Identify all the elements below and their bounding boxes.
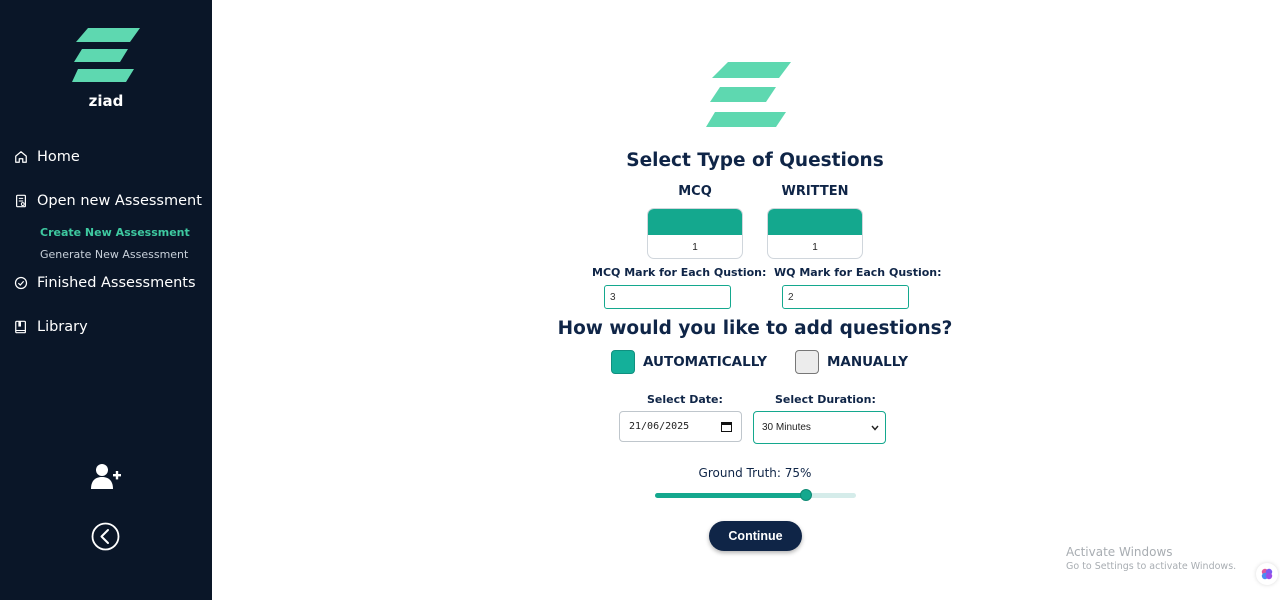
- back-arrow-icon[interactable]: [91, 522, 120, 551]
- wq-mark-input[interactable]: [782, 285, 909, 309]
- mcq-mark-input[interactable]: [604, 285, 731, 309]
- page-title: Select Type of Questions: [626, 150, 884, 171]
- sidebar-item-library[interactable]: Library: [14, 319, 88, 335]
- sidebar-item-label: Finished Assessments: [37, 275, 196, 291]
- slider-fill: [655, 493, 806, 498]
- sidebar-item-label: Open new Assessment: [37, 193, 202, 209]
- wq-mark-label: WQ Mark for Each Qustion:: [774, 266, 942, 279]
- duration-select[interactable]: 30 Minutes: [753, 411, 886, 444]
- duration-value: 30 Minutes: [762, 422, 811, 433]
- ground-truth-label: Ground Truth: 75%: [698, 466, 812, 480]
- date-input[interactable]: 21/06/2025: [619, 411, 742, 442]
- sidebar-subitem-create-new-assessment[interactable]: Create New Assessment: [40, 226, 190, 239]
- sidebar-item-open-new-assessment[interactable]: Open new Assessment: [14, 193, 202, 209]
- written-count-header: [768, 209, 862, 235]
- add-user-icon[interactable]: [91, 463, 121, 489]
- sidebar-subitem-generate-new-assessment[interactable]: Generate New Assessment: [40, 248, 188, 261]
- manually-checkbox[interactable]: [795, 350, 819, 374]
- calendar-icon[interactable]: [721, 421, 732, 432]
- document-icon: [16, 194, 26, 208]
- automatically-label: AUTOMATICALLY: [643, 354, 767, 370]
- ground-truth-slider[interactable]: [655, 489, 856, 501]
- manually-label: MANUALLY: [827, 354, 909, 370]
- option-automatically[interactable]: AUTOMATICALLY: [611, 350, 767, 374]
- watermark-subtitle: Go to Settings to activate Windows.: [1066, 561, 1237, 572]
- watermark-title: Activate Windows: [1066, 545, 1173, 559]
- add-questions-title: How would you like to add questions?: [557, 318, 953, 339]
- date-label: Select Date:: [647, 393, 723, 406]
- app-root: ziad Home Open new Assessment Create New…: [0, 0, 1280, 600]
- brand-name: ziad: [88, 92, 124, 110]
- option-manually[interactable]: MANUALLY: [795, 350, 908, 374]
- written-count-stepper[interactable]: 1: [767, 208, 863, 259]
- mcq-label: MCQ: [678, 184, 712, 199]
- written-count-value[interactable]: 1: [768, 235, 862, 258]
- duration-label: Select Duration:: [775, 393, 876, 406]
- automatically-checkbox[interactable]: [611, 350, 635, 374]
- sidebar-item-home[interactable]: Home: [14, 149, 80, 165]
- mcq-count-value[interactable]: 1: [648, 235, 742, 258]
- sidebar: ziad Home Open new Assessment Create New…: [0, 0, 212, 600]
- slider-thumb[interactable]: [799, 489, 812, 501]
- date-value: 21/06/2025: [629, 421, 690, 432]
- home-icon: [15, 151, 27, 163]
- sidebar-item-label: Library: [37, 319, 88, 335]
- brand-logo-icon: [72, 28, 140, 82]
- book-icon: [15, 320, 26, 334]
- continue-button[interactable]: Continue: [709, 521, 802, 551]
- mcq-mark-label: MCQ Mark for Each Qustion:: [592, 266, 767, 279]
- written-label: WRITTEN: [781, 184, 849, 199]
- sidebar-item-finished-assessments[interactable]: Finished Assessments: [14, 275, 196, 291]
- mcq-count-header: [648, 209, 742, 235]
- sidebar-item-label: Home: [37, 149, 80, 165]
- main-logo-icon: [706, 62, 791, 127]
- check-circle-icon: [14, 276, 28, 290]
- assistant-icon[interactable]: [1256, 563, 1278, 585]
- chevron-down-icon: [871, 425, 879, 431]
- mcq-count-stepper[interactable]: 1: [647, 208, 743, 259]
- windows-activation-watermark: Activate Windows Go to Settings to activ…: [1066, 545, 1236, 572]
